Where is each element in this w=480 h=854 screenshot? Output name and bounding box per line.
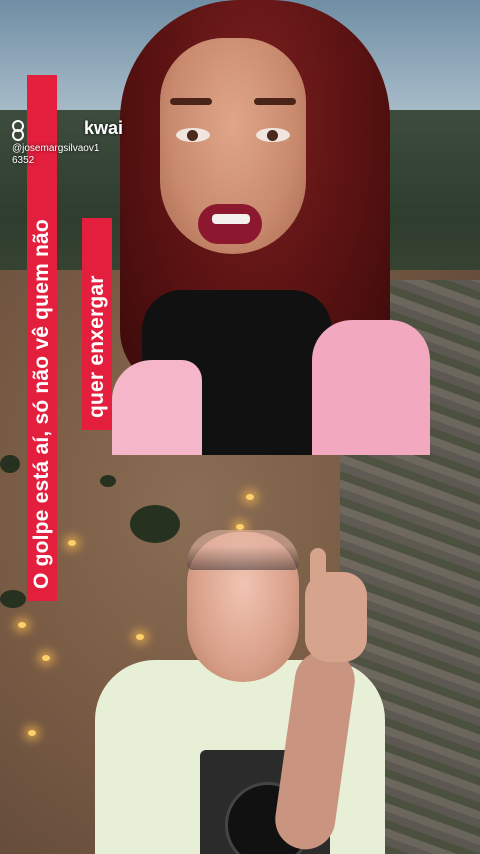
bottom-presenter (95, 520, 385, 854)
video-frame[interactable]: O golpe está aí, só não vê quem não quer… (0, 0, 480, 854)
street-light (18, 622, 26, 628)
presenter-teeth (212, 214, 250, 224)
background-tree (0, 455, 20, 473)
background-tree (100, 475, 116, 487)
watermark-handle: @josemargsilvaov1 6352 (12, 143, 142, 167)
left-eye (176, 128, 210, 142)
street-light (42, 655, 50, 661)
watermark-brand: kwai (84, 118, 124, 138)
street-light (68, 540, 76, 546)
watermark-logo-row: kwai (12, 118, 142, 141)
street-light (28, 730, 36, 736)
top-presenter (112, 0, 430, 455)
caption-line-2: quer enxergar (82, 218, 112, 430)
presenter-lips (198, 204, 262, 244)
kwai-logo-icon (12, 119, 30, 141)
street-light (246, 494, 254, 500)
presenter-hairline (187, 530, 299, 570)
left-eyebrow (170, 98, 212, 105)
pink-jacket-right (312, 320, 430, 455)
kwai-watermark: kwai @josemargsilvaov1 6352 (12, 118, 142, 167)
right-eyebrow (254, 98, 296, 105)
watermark-handle-line-1: @josemargsilvaov1 (12, 143, 100, 154)
pointing-finger (310, 548, 326, 598)
watermark-handle-line-2: 6352 (12, 155, 35, 166)
right-eye (256, 128, 290, 142)
pink-jacket-left (112, 360, 202, 455)
background-tree (0, 590, 26, 608)
